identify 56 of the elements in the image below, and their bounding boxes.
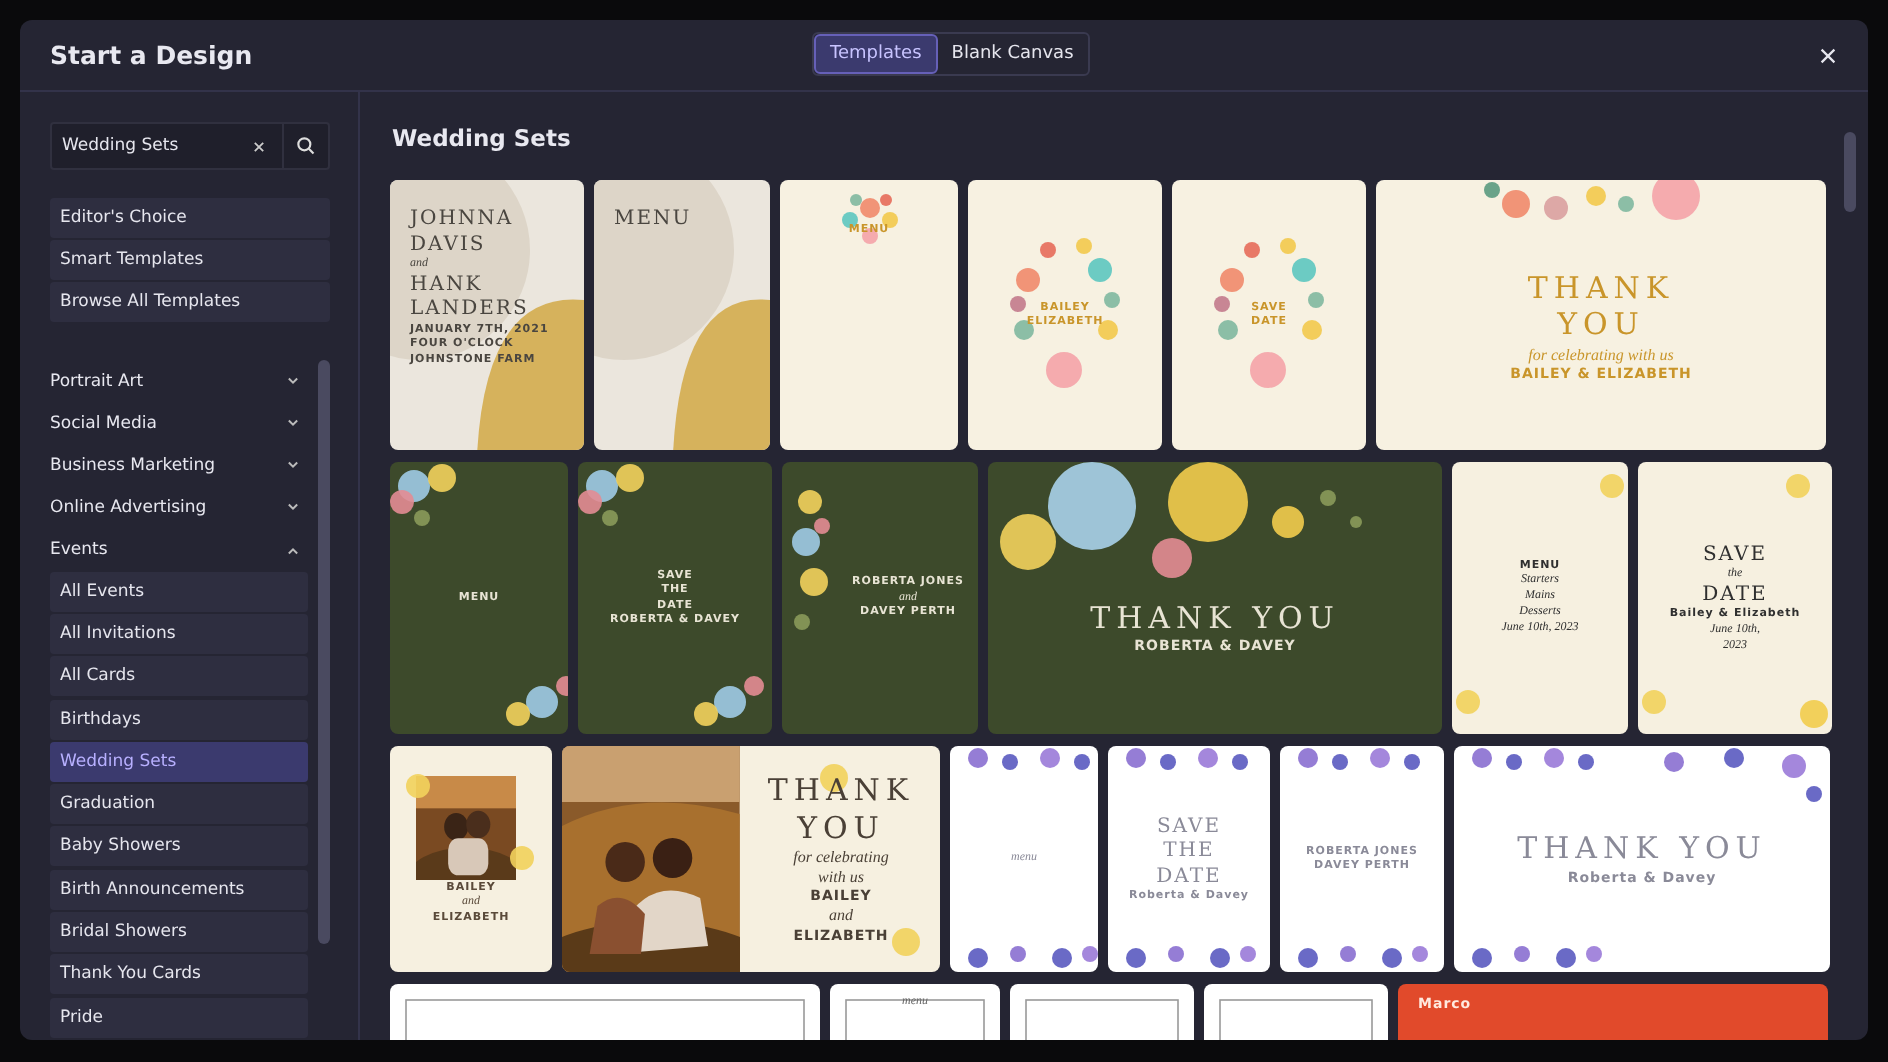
subcategory-item[interactable]: Bridal Showers [50, 912, 308, 953]
tab[interactable]: Templates [814, 34, 938, 74]
template-thumbnail[interactable]: MENU [594, 180, 770, 450]
scrollbar-thumb[interactable] [1844, 132, 1856, 212]
search-icon[interactable] [296, 136, 316, 156]
subcategory-item[interactable]: All Events [50, 571, 308, 612]
template-text: THANK YOU [1090, 602, 1340, 637]
template-text: JOHNNA [410, 208, 514, 231]
sidebar-shortcut[interactable]: Smart Templates [50, 240, 330, 280]
category-item[interactable]: Events [50, 529, 308, 572]
template-text: DAVIS [410, 233, 486, 256]
template-text: DATE [1702, 583, 1768, 607]
template-text: and [829, 906, 853, 926]
template-text: with us [818, 868, 864, 887]
subcategory-item[interactable]: Pride [50, 997, 308, 1038]
flowers-drawing [842, 194, 898, 244]
section-heading: Wedding Sets [392, 124, 573, 152]
sidebar-shortcut[interactable]: Editor's Choice [50, 198, 330, 238]
subcategory-item[interactable]: Baby Showers [50, 826, 308, 867]
template-thumbnail[interactable] [1010, 984, 1194, 1040]
template-text: MENU [614, 208, 692, 231]
window-title: Start a Design [50, 40, 253, 70]
template-text: THANK [1527, 272, 1675, 307]
subcategory-item[interactable]: Graduation [50, 784, 308, 825]
subcategory-item[interactable]: Birthdays [50, 699, 308, 740]
flowers-drawing [792, 490, 830, 630]
category-item[interactable]: Social Media [50, 402, 308, 445]
template-text: YOU [1557, 308, 1645, 343]
flowers-drawing [406, 774, 534, 870]
search-field[interactable]: Wedding Sets [50, 122, 330, 170]
tab[interactable]: Blank Canvas [937, 34, 1088, 74]
template-text: THANK [767, 774, 915, 810]
template-text: THANK YOU [1517, 832, 1767, 868]
subcategory-item[interactable]: Birth Announcements [50, 869, 308, 910]
template-text: YOU [797, 811, 885, 846]
scrollbar-thumb[interactable] [318, 360, 330, 944]
template-thumbnail[interactable] [390, 984, 820, 1040]
close-icon[interactable] [1820, 47, 1836, 63]
template-text: SAVE [1702, 543, 1768, 566]
category-item[interactable]: Online Advertising [50, 486, 308, 530]
subcategory-item[interactable]: Thank You Cards [50, 954, 308, 995]
subcategory-item[interactable]: Wedding Sets [50, 741, 308, 782]
template-thumbnail[interactable] [1204, 984, 1388, 1040]
template-text: THE [1163, 840, 1215, 864]
category-item[interactable]: Business Marketing [50, 444, 308, 487]
sidebar-shortcut[interactable]: Browse All Templates [50, 282, 330, 322]
subcategory-item[interactable]: All Invitations [50, 614, 308, 654]
template-text: HANK [410, 273, 483, 297]
clear-icon[interactable] [252, 139, 266, 153]
template-text: for celebrating with us [1528, 345, 1674, 364]
subcategory-item[interactable]: All Cards [50, 656, 308, 697]
template-text: DATE [1156, 865, 1222, 889]
category-item[interactable]: Portrait Art [50, 360, 308, 403]
template-text: for celebrating [793, 847, 889, 867]
template-text: LANDERS [410, 298, 529, 322]
template-text: SAVE [1156, 815, 1222, 839]
